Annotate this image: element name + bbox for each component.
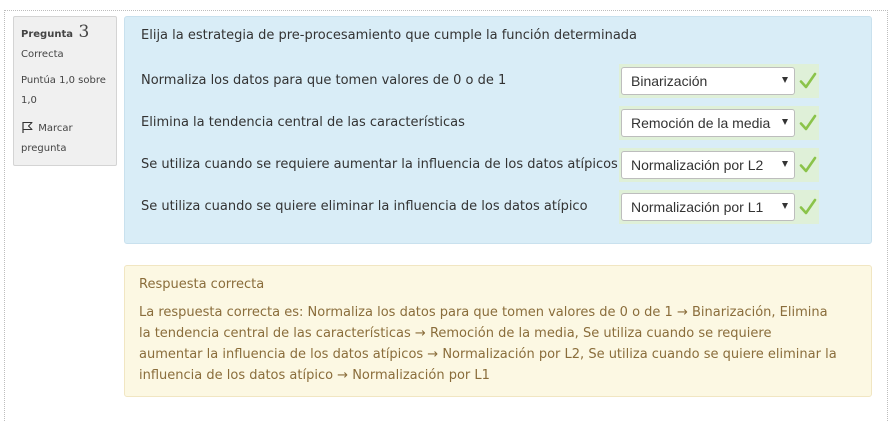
match-row-label: Normaliza los datos para que tomen valor… [141, 73, 507, 88]
answer-cell: Binarización [619, 64, 819, 98]
match-row-label: Se utiliza cuando se requiere aumentar l… [141, 157, 618, 172]
match-row: Normaliza los datos para que tomen valor… [125, 64, 873, 98]
answer-select[interactable]: Normalización por L1 [621, 193, 795, 221]
question-label: Pregunta [21, 29, 73, 40]
answer-cell: Normalización por L2 [619, 148, 819, 182]
question-state: Correcta [21, 49, 64, 60]
question-number: Pregunta 3 [21, 23, 110, 44]
answer-cell: Normalización por L1 [619, 190, 819, 224]
feedback-title: Respuesta correcta [139, 277, 265, 292]
answer-select[interactable]: Binarización [621, 67, 795, 95]
chevron-down-icon [782, 77, 788, 83]
chevron-down-icon [782, 119, 788, 125]
flag-icon [22, 122, 33, 133]
check-icon [799, 114, 817, 131]
answer-select-value: Normalización por L2 [631, 157, 764, 173]
question-number-value: 3 [78, 22, 90, 42]
check-icon [799, 72, 817, 89]
match-row: Se utiliza cuando se requiere aumentar l… [125, 148, 873, 182]
flag-question-button[interactable]: Marcar pregunta [21, 119, 110, 159]
check-icon [799, 156, 817, 173]
question-formulation: Elija la estrategia de pre-procesamiento… [124, 16, 872, 244]
chevron-down-icon [782, 161, 788, 167]
question-text: Elija la estrategia de pre-procesamiento… [141, 28, 637, 43]
question-grade: Puntúa 1,0 sobre 1,0 [21, 75, 106, 106]
answer-select[interactable]: Remoción de la media [621, 109, 795, 137]
answer-select-value: Normalización por L1 [631, 199, 764, 215]
match-row: Se utiliza cuando se quiere eliminar la … [125, 190, 873, 224]
question-info-panel: Pregunta 3 Correcta Puntúa 1,0 sobre 1,0… [13, 16, 117, 166]
feedback-text: La respuesta correcta es: Normaliza los … [139, 305, 837, 383]
chevron-down-icon [782, 203, 788, 209]
answer-cell: Remoción de la media [619, 106, 819, 140]
answer-select[interactable]: Normalización por L2 [621, 151, 795, 179]
feedback-panel: Respuesta correcta La respuesta correcta… [124, 265, 872, 397]
answer-select-value: Remoción de la media [631, 115, 771, 131]
match-row-label: Elimina la tendencia central de las cara… [141, 115, 465, 130]
match-row: Elimina la tendencia central de las cara… [125, 106, 873, 140]
answer-select-value: Binarización [631, 73, 708, 89]
check-icon [799, 198, 817, 215]
match-row-label: Se utiliza cuando se quiere eliminar la … [141, 199, 588, 214]
